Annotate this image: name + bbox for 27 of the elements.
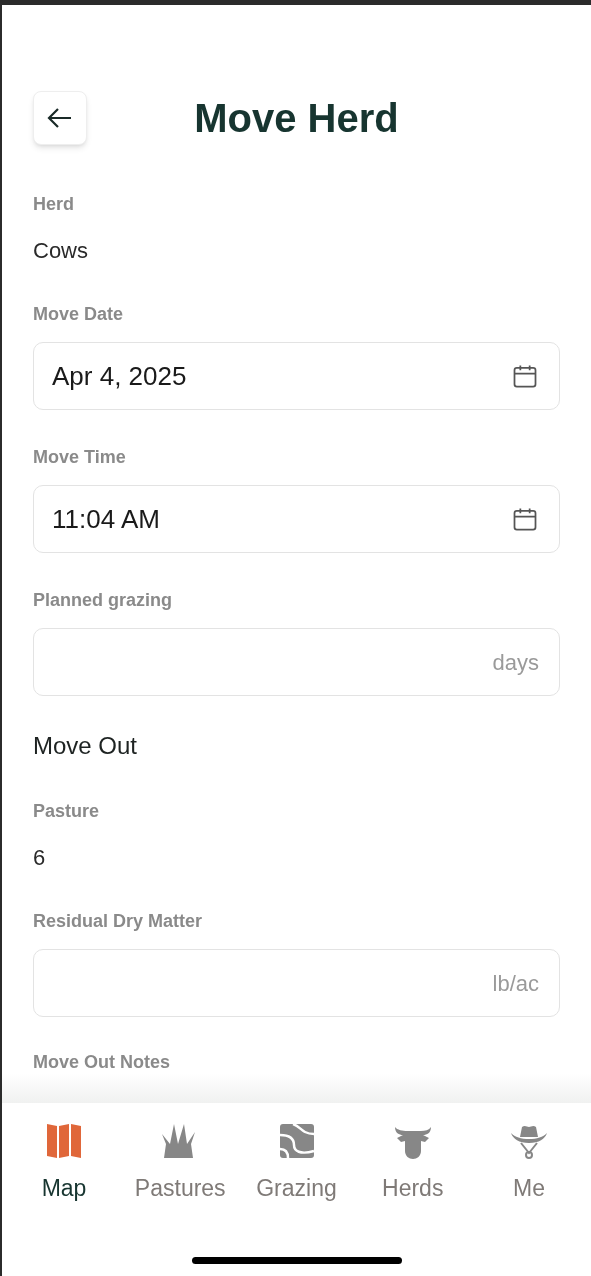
field-label: Move Date [33,303,125,326]
input-field[interactable]: days [33,628,560,696]
nav-tab[interactable]: Herds [354,1121,471,1206]
nav-tab[interactable]: Me [471,1121,587,1206]
unit-label: lb/ac [492,969,539,998]
nav-tab[interactable]: Pastures [122,1121,239,1206]
map-icon [44,1121,84,1161]
field-label: Residual Dry Matter [33,910,204,933]
field-value: Cows [33,237,89,265]
input-field[interactable]: Apr 4, 2025 [33,342,560,410]
page-title: Move Herd [194,95,399,142]
nav-tab[interactable]: Grazing [238,1121,355,1206]
field-value: Apr 4, 2025 [52,359,187,393]
input-field[interactable]: lb/ac [33,949,560,1017]
field-label: Planned grazing [33,589,174,612]
back-arrow-icon [47,107,73,129]
section-heading: Move Out [33,731,139,761]
unit-label: days [492,648,539,677]
field-value: 11:04 AM [52,502,160,536]
back-button[interactable] [33,91,87,145]
field-label: Pasture [33,800,101,823]
input-field[interactable]: 11:04 AM [33,485,560,553]
field-value: 6 [33,844,47,872]
field-label: Move Time [33,446,127,469]
field-label: Herd [33,193,75,216]
field-label: Move Out Notes [33,1051,171,1074]
nav-tab[interactable]: Map [6,1121,122,1206]
